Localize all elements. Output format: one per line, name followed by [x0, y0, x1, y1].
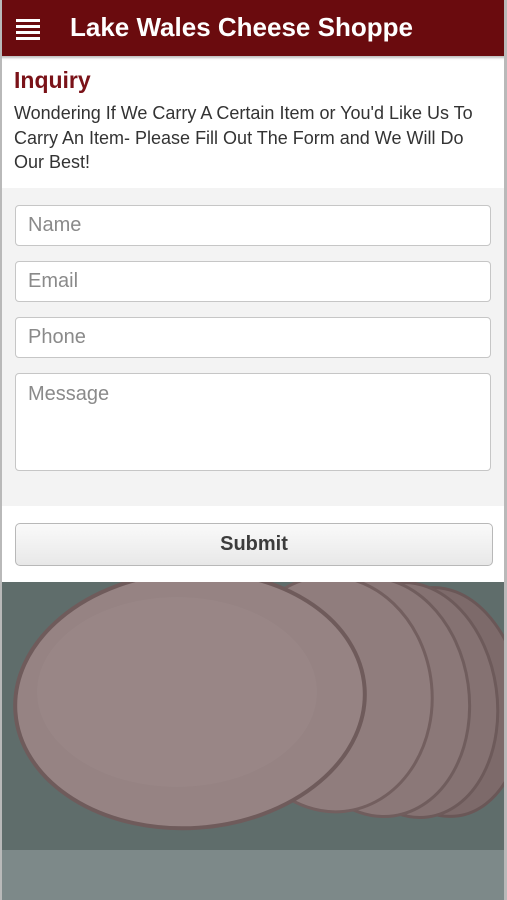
page-title: Inquiry — [14, 67, 91, 93]
intro-description: Wondering If We Carry A Certain Item or … — [14, 103, 473, 172]
message-textarea[interactable] — [15, 373, 491, 471]
hamburger-menu-icon[interactable] — [16, 17, 40, 40]
submit-button[interactable]: Submit — [15, 523, 493, 566]
name-input[interactable] — [15, 205, 491, 246]
app-header: Lake Wales Cheese Shoppe — [0, 0, 507, 56]
ham-slices-illustration — [2, 582, 504, 900]
inquiry-intro: Inquiry Wondering If We Carry A Certain … — [2, 56, 504, 188]
phone-input[interactable] — [15, 317, 491, 358]
left-border — [0, 0, 2, 900]
email-input[interactable] — [15, 261, 491, 302]
submit-section: Submit — [2, 506, 504, 582]
page: Lake Wales Cheese Shoppe Inquiry Wonderi… — [0, 0, 507, 900]
ham-slices-image — [2, 582, 504, 900]
site-title[interactable]: Lake Wales Cheese Shoppe — [70, 12, 413, 43]
inquiry-form — [2, 188, 504, 506]
